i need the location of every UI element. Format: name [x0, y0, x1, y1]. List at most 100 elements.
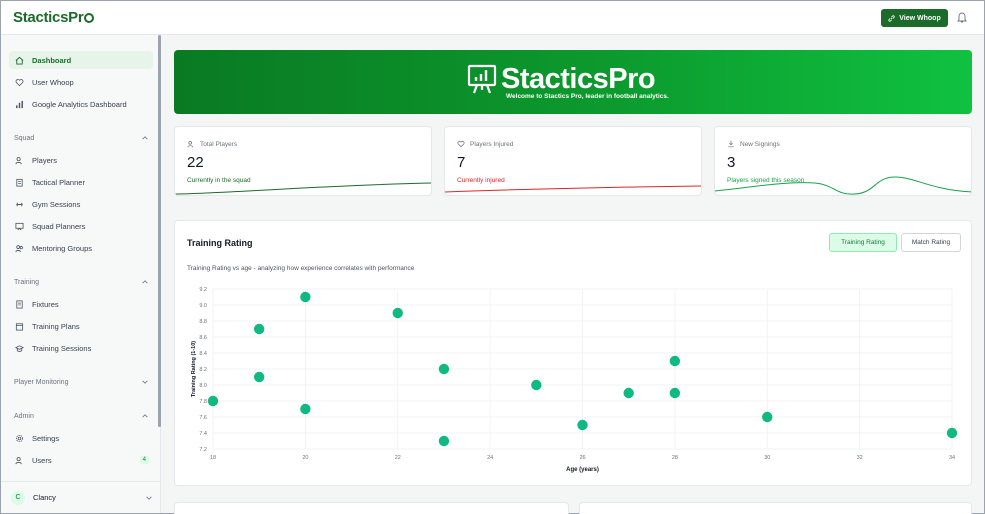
data-point	[669, 387, 681, 399]
training-rating-toggle[interactable]: Training Rating	[829, 233, 897, 252]
sidebar-item-label: Fixtures	[32, 299, 59, 309]
stat-label: Total Players	[187, 140, 237, 148]
data-point	[946, 427, 958, 439]
user-group-icon	[15, 244, 23, 252]
data-point	[300, 291, 311, 303]
sidebar-item-dashboard[interactable]: Dashboard	[9, 51, 153, 69]
data-point	[392, 307, 403, 319]
sidebar-item-training-sessions[interactable]: Training Sessions	[9, 339, 153, 357]
section-title: Player Monitoring	[14, 378, 69, 386]
presentation-chart-icon	[467, 64, 497, 94]
stat-value: 3	[727, 154, 736, 171]
sidebar-item-label: Google Analytics Dashboard	[32, 99, 127, 109]
x-tick-label: 32	[857, 455, 863, 461]
banner-subtitle: Welcome to Stactics Pro, leader in footb…	[506, 93, 669, 100]
sidebar-item-players[interactable]: Players	[9, 151, 153, 169]
y-axis-label: Training Rating (1-10)	[191, 341, 197, 397]
sidebar-item-label: Training Sessions	[32, 343, 92, 353]
home-icon	[15, 56, 24, 65]
presentation-icon	[15, 222, 24, 230]
stat-card-total-players: Total Players 22 Currently in the squad	[174, 126, 432, 196]
football-icon	[84, 13, 95, 23]
stat-card-players-injured: Players Injured 7 Currently injured	[444, 126, 702, 196]
training-rating-card: Training Rating Training Rating Match Ra…	[174, 220, 972, 486]
sidebar-item-user-whoop[interactable]: User Whoop	[9, 73, 153, 91]
sidebar-item-tactical-planner[interactable]: Tactical Planner	[9, 173, 153, 191]
sidebar-item-users[interactable]: Users 4	[9, 451, 153, 469]
y-tick-label: 7.4	[199, 431, 207, 437]
document-icon	[16, 299, 23, 309]
data-point	[253, 371, 265, 383]
data-point	[577, 419, 588, 431]
chevron-down-icon	[146, 496, 152, 500]
y-tick-label: 7.2	[199, 447, 207, 453]
x-tick-label: 34	[949, 455, 955, 461]
sidebar-item-label: Users	[32, 455, 52, 465]
sparkline	[715, 176, 971, 195]
sidebar-item-training-plans[interactable]: Training Plans	[9, 317, 153, 335]
user-menu[interactable]: C Clancy	[1, 481, 161, 513]
bar-chart-icon	[16, 100, 23, 108]
avatar: C	[11, 490, 25, 505]
stat-value: 7	[457, 154, 466, 171]
stat-value: 22	[187, 154, 204, 171]
view-whoop-button[interactable]: View Whoop	[881, 9, 948, 27]
sparkline	[175, 182, 431, 195]
y-tick-label: 7.8	[199, 399, 207, 405]
sidebar-item-label: Squad Planners	[32, 221, 86, 231]
x-tick-label: 24	[487, 455, 493, 461]
data-point	[762, 411, 773, 423]
heart-icon	[15, 78, 24, 86]
sidebar-item-fixtures[interactable]: Fixtures	[9, 295, 153, 313]
y-tick-label: 7.6	[199, 415, 207, 421]
clipboard-icon	[16, 178, 23, 187]
data-point	[438, 435, 450, 447]
sidebar-item-mentoring-groups[interactable]: Mentoring Groups	[9, 239, 153, 257]
section-squad[interactable]: Squad	[14, 134, 149, 142]
banner-title: StacticsPro	[501, 63, 656, 95]
y-tick-label: 8.8	[199, 319, 207, 325]
gear-icon	[15, 434, 24, 442]
y-tick-label: 9.0	[199, 303, 207, 309]
graduation-cap-icon	[15, 344, 24, 352]
section-admin[interactable]: Admin	[14, 412, 149, 420]
sidebar-item-label: Training Plans	[32, 321, 80, 331]
stat-card-new-signings: New Signings 3 Players signed this seaso…	[714, 126, 972, 196]
chevron-up-icon	[142, 414, 148, 418]
sidebar-item-label: Tactical Planner	[32, 177, 85, 187]
sidebar-item-squad-planners[interactable]: Squad Planners	[9, 217, 153, 235]
sidebar-item-label: Dashboard	[32, 55, 72, 65]
x-tick-label: 26	[579, 455, 585, 461]
chevron-up-icon	[142, 136, 148, 140]
x-tick-label: 28	[672, 455, 678, 461]
card-subtitle: Training Rating vs age - analyzing how e…	[187, 265, 415, 272]
app-logo[interactable]: StacticsPr	[13, 9, 95, 26]
sidebar-item-label: Players	[32, 155, 58, 165]
user-name: Clancy	[33, 493, 56, 502]
sidebar-item-settings[interactable]: Settings	[9, 429, 153, 447]
x-tick-label: 30	[764, 455, 770, 461]
x-tick-label: 20	[302, 455, 308, 461]
data-point	[623, 387, 634, 399]
sidebar-item-label: Mentoring Groups	[32, 243, 93, 253]
card-title: Training Rating	[187, 238, 253, 248]
x-tick-label: 22	[395, 455, 401, 461]
section-player-monitoring[interactable]: Player Monitoring	[14, 378, 149, 386]
sidebar-item-google-analytics[interactable]: Google Analytics Dashboard	[9, 95, 153, 113]
users-icon	[15, 156, 22, 164]
section-training[interactable]: Training	[14, 278, 149, 286]
section-title: Admin	[14, 412, 34, 420]
data-point	[531, 379, 542, 391]
bottom-card-right	[579, 502, 972, 514]
chevron-up-icon	[142, 280, 148, 284]
sidebar-item-label: Gym Sessions	[32, 199, 81, 209]
stat-label: Players Injured	[457, 140, 513, 148]
sidebar-item-gym-sessions[interactable]: Gym Sessions	[9, 195, 153, 213]
download-icon	[728, 140, 734, 148]
match-rating-toggle[interactable]: Match Rating	[901, 233, 961, 252]
heart-icon	[457, 140, 465, 148]
bell-icon[interactable]	[957, 12, 967, 24]
sidebar-scrollbar[interactable]	[158, 35, 161, 427]
y-tick-label: 8.0	[199, 383, 207, 389]
sidebar-item-label: User Whoop	[32, 77, 74, 87]
